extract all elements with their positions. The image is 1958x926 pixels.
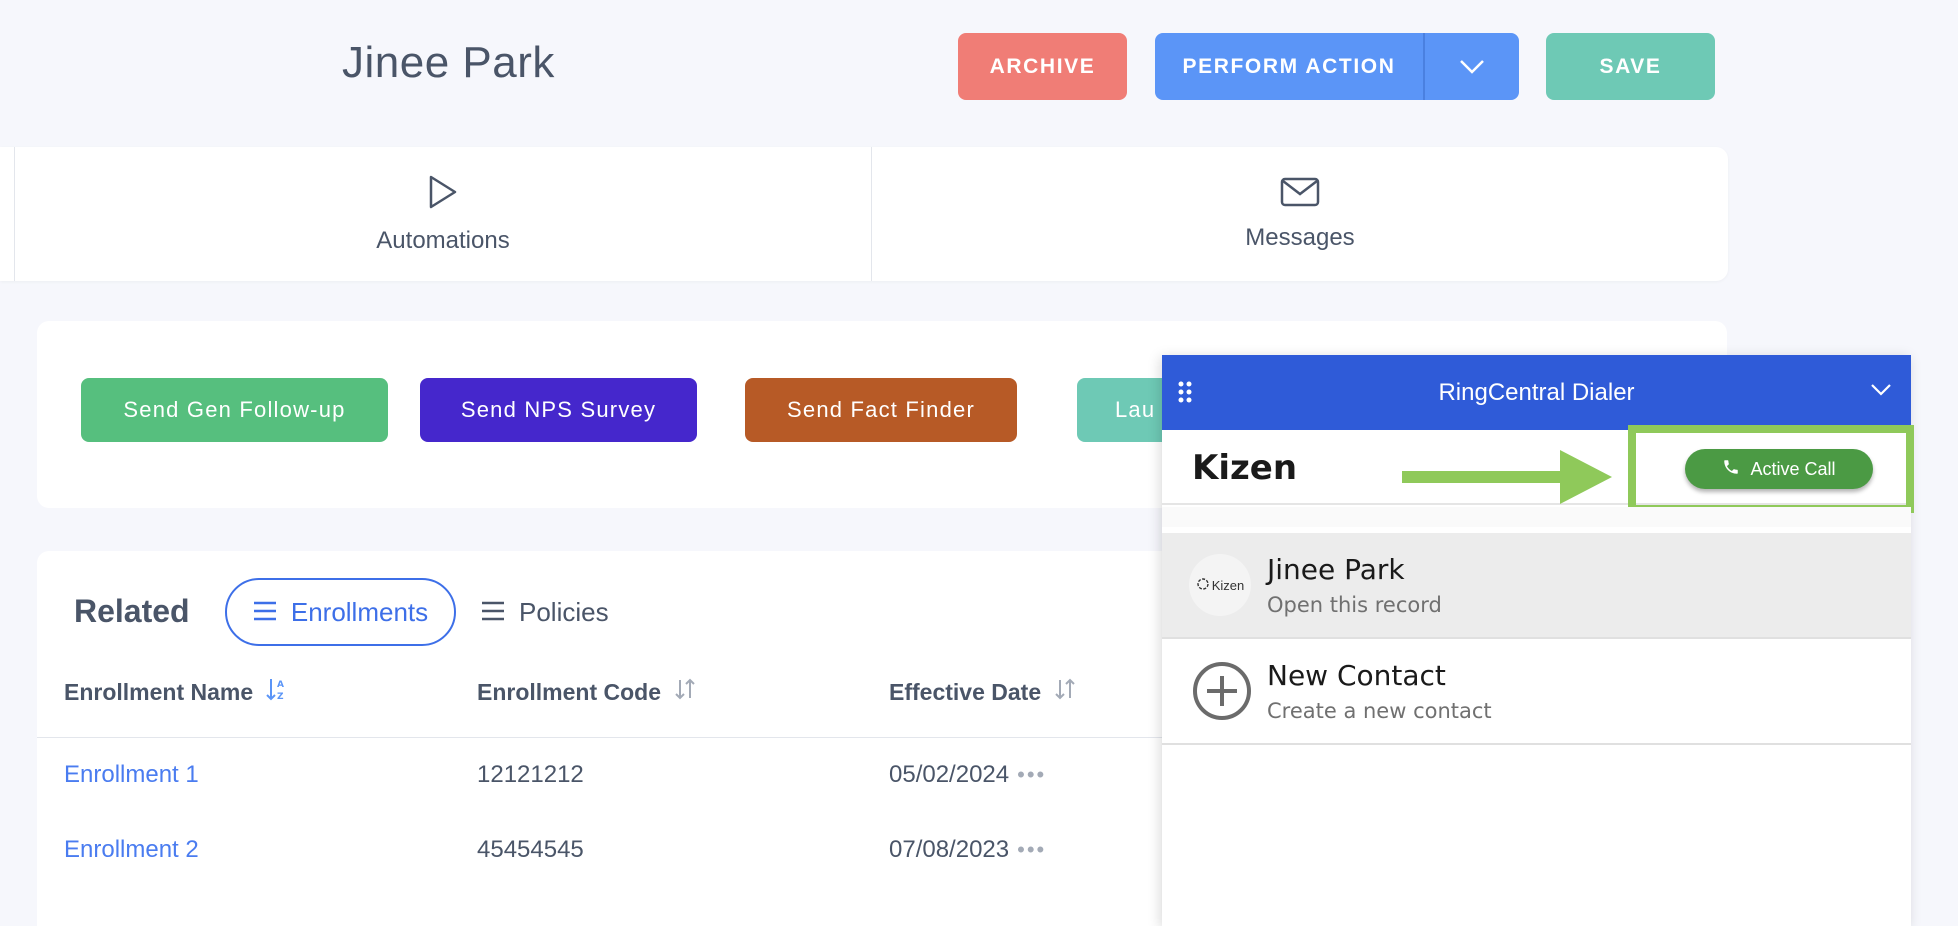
enrollment-code: 12121212 <box>477 761 584 788</box>
tab-divider <box>0 147 15 281</box>
menu-item-subtitle: Create a new contact <box>1267 699 1492 723</box>
avatar-text: Kizen <box>1211 577 1245 593</box>
column-header-label: Effective Date <box>889 678 1042 705</box>
sort-icon[interactable] <box>1053 677 1077 707</box>
menu-divider <box>1162 743 1911 745</box>
ringcentral-dialer: RingCentral Dialer Kizen Active Call Kiz… <box>1162 355 1914 926</box>
enrollment-link[interactable]: Enrollment 1 <box>64 761 199 789</box>
menu-item-title: Jinee Park <box>1267 553 1405 586</box>
record-tabs: Automations Messages <box>0 147 1728 281</box>
send-gen-follow-up-button[interactable]: Send Gen Follow-up <box>81 378 388 442</box>
more-options-icon[interactable]: ••• <box>1017 837 1046 862</box>
send-fact-finder-button[interactable]: Send Fact Finder <box>745 378 1017 442</box>
tab-policies[interactable]: Policies <box>481 578 609 646</box>
kizen-avatar: Kizen <box>1189 554 1251 616</box>
perform-action-button[interactable]: PERFORM ACTION <box>1155 33 1519 100</box>
perform-action-label[interactable]: PERFORM ACTION <box>1155 33 1425 100</box>
tab-enrollments-label: Enrollments <box>290 596 429 627</box>
effective-date-cell: 07/08/2023 ••• <box>889 836 1046 864</box>
column-header-enrollment-name[interactable]: Enrollment Name AZ <box>64 677 289 707</box>
tab-automations[interactable]: Automations <box>15 147 871 281</box>
kizen-logo-icon <box>1196 577 1210 594</box>
record-title: Jinee Park <box>342 38 555 87</box>
send-nps-survey-button[interactable]: Send NPS Survey <box>420 378 697 442</box>
envelope-icon <box>1280 177 1320 224</box>
svg-text:Z: Z <box>277 692 284 701</box>
chevron-down-icon[interactable] <box>1870 383 1892 402</box>
archive-button[interactable]: ARCHIVE <box>958 33 1127 100</box>
dialer-menu-item-open-record[interactable]: Kizen Jinee Park Open this record <box>1162 533 1911 639</box>
menu-item-title: New Contact <box>1267 659 1446 692</box>
active-call-label: Active Call <box>1750 458 1836 479</box>
enrollment-link[interactable]: Enrollment 2 <box>64 836 199 864</box>
column-header-label: Enrollment Name <box>64 678 254 705</box>
column-header-label: Enrollment Code <box>477 678 662 705</box>
svg-text:A: A <box>277 680 284 690</box>
active-call-button[interactable]: Active Call <box>1685 449 1873 489</box>
menu-item-subtitle: Open this record <box>1267 593 1442 617</box>
related-title: Related <box>74 593 190 629</box>
effective-date: 05/02/2024 <box>889 761 1010 788</box>
plus-circle-icon <box>1192 661 1252 726</box>
tab-policies-label: Policies <box>519 596 609 627</box>
phone-icon <box>1722 458 1740 481</box>
kizen-logo: Kizen <box>1192 448 1298 488</box>
tab-enrollments[interactable]: Enrollments <box>225 578 456 646</box>
tab-automations-label: Automations <box>376 226 510 254</box>
enrollment-code: 45454545 <box>477 836 584 863</box>
drag-handle-icon[interactable] <box>1178 380 1192 409</box>
sort-icon[interactable] <box>673 677 697 707</box>
dialer-header[interactable]: RingCentral Dialer <box>1162 355 1911 430</box>
more-options-icon[interactable]: ••• <box>1017 762 1046 787</box>
tab-messages[interactable]: Messages <box>871 147 1728 281</box>
dialer-title: RingCentral Dialer <box>1438 378 1635 406</box>
column-header-effective-date[interactable]: Effective Date <box>889 677 1077 707</box>
dialer-menu-item-new-contact[interactable]: New Contact Create a new contact <box>1162 639 1911 745</box>
sort-az-icon[interactable]: AZ <box>265 677 289 707</box>
arrow-right-icon <box>1402 450 1612 509</box>
effective-date: 07/08/2023 <box>889 836 1010 863</box>
list-icon <box>481 597 505 628</box>
effective-date-cell: 05/02/2024 ••• <box>889 761 1046 789</box>
save-button[interactable]: SAVE <box>1546 33 1715 100</box>
play-icon <box>427 174 459 227</box>
column-header-enrollment-code[interactable]: Enrollment Code <box>477 677 697 707</box>
chevron-down-icon[interactable] <box>1425 33 1519 100</box>
menu-spacer <box>1162 507 1911 527</box>
tab-messages-label: Messages <box>1245 223 1355 251</box>
list-icon <box>253 597 277 628</box>
